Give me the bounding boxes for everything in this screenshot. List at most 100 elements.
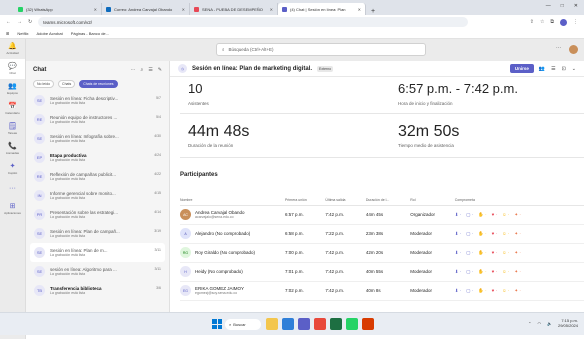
chat-list-item[interactable]: SE Sesión en línea: Ficha descriptiv... La… (30, 91, 165, 110)
more-options-icon[interactable]: ··· (556, 45, 561, 54)
engagement-icon: ☺ · (502, 211, 510, 217)
taskbar-search[interactable]: ⌕ Buscar (225, 319, 261, 330)
browser-tab[interactable]: (32) WhatsApp ✕ (14, 3, 102, 15)
forward-icon[interactable]: → (17, 19, 22, 25)
reload-icon[interactable]: ↻ (28, 19, 32, 25)
chevron-up-icon[interactable]: ⌃ (528, 321, 531, 326)
apps-grid-icon[interactable]: ⊞ (6, 31, 9, 36)
excel-icon[interactable] (330, 318, 342, 330)
engagement-icon: ☺ · (502, 287, 510, 293)
filter-pill[interactable]: No leído (33, 80, 55, 88)
bookmark-item[interactable]: Netflix (17, 31, 28, 36)
join-button[interactable]: Unirse (509, 64, 534, 73)
rail-item[interactable]: ··· (0, 179, 25, 199)
filter-icon[interactable]: ☰ (148, 67, 152, 73)
chat-date: 3/11 (154, 267, 161, 271)
bookmark-item[interactable]: Adobe Acrobat (36, 31, 62, 36)
chat-avatar: SE (34, 247, 45, 258)
column-header[interactable]: Última salida (325, 196, 366, 206)
table-row[interactable]: H Heidy (No comprobado) 7:01 p.m. 7:42 p.m.… (180, 262, 584, 282)
column-header[interactable]: Primera unión (285, 196, 326, 206)
more-icon: ··· (9, 185, 16, 192)
edge-icon[interactable] (282, 318, 294, 330)
chat-list-item[interactable]: SE Sesión en línea: Infografía sobre... La… (30, 129, 165, 148)
browser-tab[interactable]: SENA - PUEBA DE DESEMPEÑO ✕ (190, 3, 278, 15)
table-row[interactable]: AC Andrea Carvajal Obando acarvajalo@sena.… (180, 205, 584, 225)
close-tab-icon[interactable]: ✕ (182, 7, 185, 12)
video-icon[interactable]: ⊡ (562, 66, 566, 72)
extensions-icon[interactable]: ⧉ (550, 19, 554, 25)
rail-item[interactable]: ✦ Copilot (0, 159, 25, 179)
chat-list-item[interactable]: RE Reunión equipo de instructores ... La g… (30, 110, 165, 129)
external-badge: Externo (317, 65, 334, 72)
maximize-icon[interactable]: □ (561, 3, 564, 9)
rail-item[interactable]: 👥 Equipos (0, 79, 25, 99)
search-input[interactable]: ⌕ Búsqueda (Ctrl+Alt+E) (216, 43, 426, 56)
search-chat-icon[interactable]: ⌕ (141, 67, 144, 73)
star-icon[interactable]: ☆ (540, 19, 544, 25)
filter-pill[interactable]: Chats de reuniones (79, 80, 118, 88)
browser-tab[interactable]: Correo: Andrea Carvajal Obando ✕ (102, 3, 190, 15)
participants-icon[interactable]: 👥 (539, 66, 545, 72)
chat-list-item[interactable]: RE Reflexión de campañas publicit... La gr… (30, 167, 165, 186)
participant-avatar: H (180, 266, 191, 277)
rail-item[interactable]: 📞 Llamadas (0, 139, 25, 159)
close-tab-icon[interactable]: ✕ (358, 7, 361, 12)
close-tab-icon[interactable]: ✕ (94, 7, 97, 12)
bookmark-item[interactable]: Páginas - Banco de... (71, 31, 109, 36)
close-window-icon[interactable]: ✕ (574, 3, 578, 9)
new-tab-button[interactable]: + (366, 8, 380, 15)
file-explorer-icon[interactable] (266, 318, 278, 330)
start-icon[interactable] (212, 319, 222, 329)
close-tab-icon[interactable]: ✕ (270, 7, 273, 12)
rail-item[interactable]: 🗒 Tareas (0, 119, 25, 139)
clock[interactable]: 7:15 p.m. 29/05/2024 (558, 318, 578, 328)
powerpoint-icon[interactable] (362, 318, 374, 330)
chat-list-item[interactable]: IN Informe gerencial sobre monito... La gr… (30, 186, 165, 205)
rail-item[interactable]: ⊞ Aplicaciones (0, 199, 25, 219)
share-icon[interactable]: ⇪ (530, 19, 534, 25)
chat-date: 4/14 (154, 210, 161, 214)
menu-icon[interactable]: ⋮ (573, 19, 578, 25)
chat-avatar: EP (34, 152, 45, 163)
meeting-header: ◷ Sesión en línea: Plan de marketing dig… (170, 61, 584, 77)
chat-list-item[interactable]: SE sesión en línea: Algoritmo para ... La … (30, 262, 165, 281)
column-header[interactable]: Comprometa (454, 196, 584, 206)
engagement-icon: ☺ · (502, 268, 510, 274)
chevron-down-icon[interactable]: ⌄ (572, 66, 576, 72)
column-header[interactable]: Nombre (180, 196, 286, 206)
rail-label: Llamadas (5, 151, 19, 155)
minimize-icon[interactable]: — (546, 3, 551, 9)
whatsapp-icon[interactable] (346, 318, 358, 330)
rail-item[interactable]: 📅 Calendario (0, 99, 25, 119)
engagement-icon: ✋ · (478, 287, 487, 293)
chat-list-item[interactable]: SE Sesión en línea: Plan de m... La grabac… (30, 243, 165, 262)
table-header: Nombre Primera unión Última salida Duración… (180, 196, 584, 206)
browser-tab[interactable]: (4) Chat | Sesión en línea: Plan ✕ (278, 3, 366, 15)
chat-list-item[interactable]: PR Presentación sobre las estrategi... La … (30, 205, 165, 224)
chat-list-item[interactable]: SE Sesión en línea: Plan de campañ... La g… (30, 224, 165, 243)
rail-item[interactable]: 🔔 Actividad (0, 39, 25, 59)
url-field[interactable]: teams.microsoft.com/v2/ (38, 17, 469, 27)
column-header[interactable]: Rol (410, 196, 455, 206)
table-row[interactable]: EG ERIKA GOMEZ JAIMOY egomezj@soy.sena.edu… (180, 281, 584, 301)
menu-list-icon[interactable]: ☰ (551, 66, 555, 72)
taskbar-search-label: Buscar (233, 322, 246, 327)
user-avatar[interactable] (569, 45, 578, 54)
rail-item[interactable]: 💬 Chat (0, 59, 25, 79)
chat-list-item[interactable]: TB Transferencia biblioteca La grabación e… (30, 281, 165, 300)
volume-icon[interactable]: 🔈 (547, 321, 552, 326)
wifi-icon[interactable]: ◠ (537, 321, 541, 326)
filter-pill[interactable]: Chats (58, 80, 76, 88)
chat-panel: Chat ··· ⌕ ☰ ✎ No leído Chats Chats de reu… (26, 61, 170, 312)
column-header[interactable]: Duración de l... (365, 196, 411, 206)
chat-list-item[interactable]: EP Etapa productiva La grabación está list… (30, 148, 165, 167)
back-icon[interactable]: ← (6, 19, 11, 25)
chrome-icon[interactable] (314, 318, 326, 330)
profile-icon[interactable] (560, 18, 567, 26)
teams-icon[interactable] (298, 318, 310, 330)
table-row[interactable]: A Alejandro (No comprobado) 6:58 p.m. 7:22 … (180, 224, 584, 244)
table-row[interactable]: RG Roy Giraldo (No comprobado) 7:00 p.m. 7:… (180, 243, 584, 263)
more-icon[interactable]: ··· (131, 67, 136, 73)
new-chat-icon[interactable]: ✎ (158, 67, 162, 73)
